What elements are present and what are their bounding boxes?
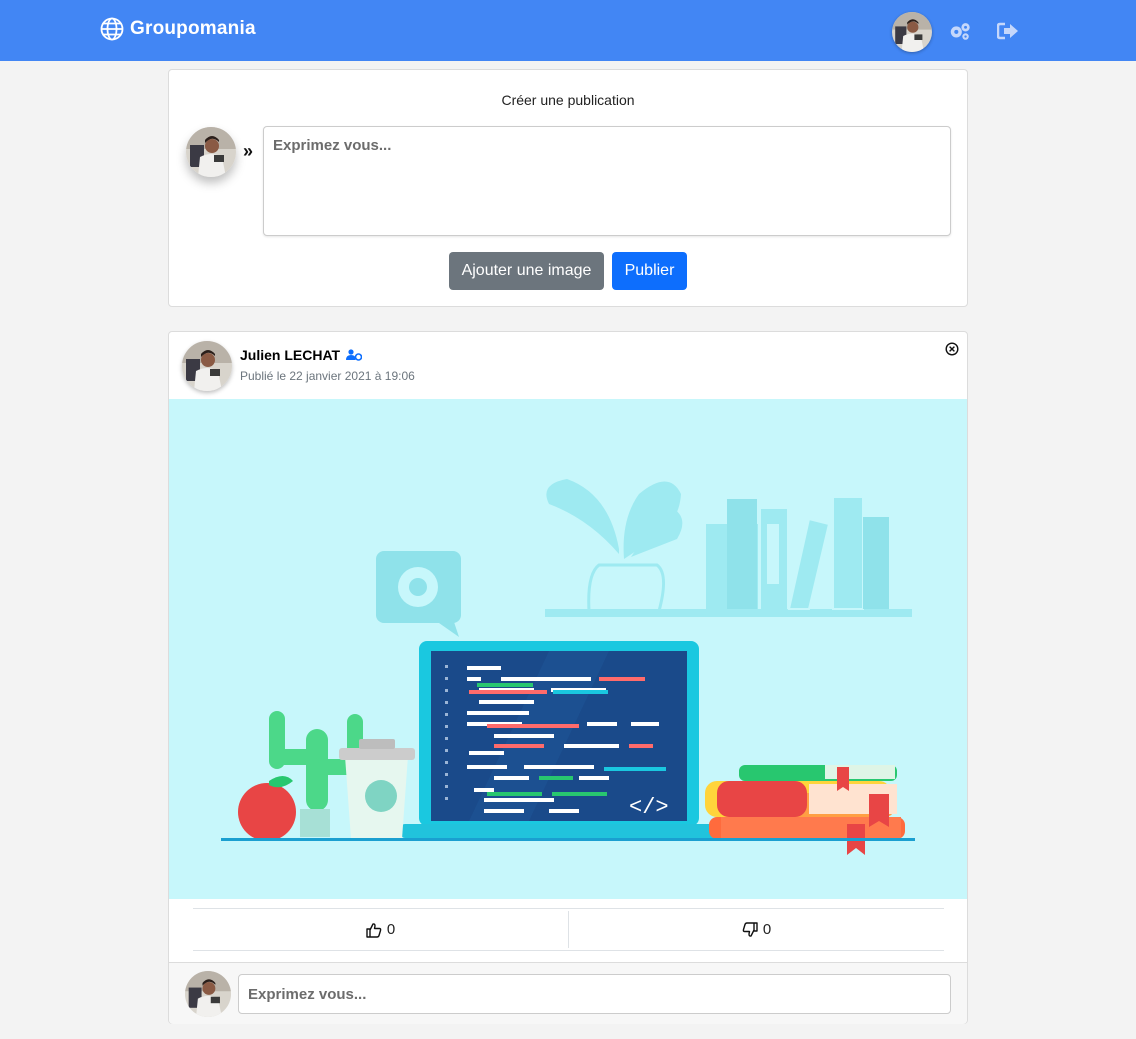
dislike-count: 0 xyxy=(762,921,772,938)
post-author: Julien LECHAT xyxy=(240,347,363,363)
dislike-button[interactable]: 0 xyxy=(568,911,944,948)
publish-button[interactable]: Publier xyxy=(612,252,687,290)
create-post-title: Créer une publication xyxy=(501,92,635,108)
user-avatar xyxy=(185,971,231,1017)
brand-link[interactable]: Groupomania xyxy=(100,17,256,41)
top-navbar: Groupomania xyxy=(0,0,1136,61)
post-card: Julien LECHAT Publié le 22 janvier 2021 … xyxy=(168,331,968,1024)
delete-post-icon[interactable] xyxy=(945,342,959,356)
user-cog-icon xyxy=(346,349,363,361)
author-name[interactable]: Julien LECHAT xyxy=(240,347,340,363)
chevrons-right-icon: » xyxy=(243,141,254,161)
avatar-image xyxy=(185,971,231,1017)
post-content-input[interactable] xyxy=(263,126,951,236)
user-avatar xyxy=(186,127,236,177)
profile-avatar[interactable] xyxy=(892,12,932,52)
post-image: </> xyxy=(169,399,967,899)
like-button[interactable]: 0 xyxy=(193,909,568,950)
thumbs-up-icon xyxy=(366,922,382,938)
add-image-button[interactable]: Ajouter une image xyxy=(449,252,604,290)
sign-out-icon[interactable] xyxy=(996,19,1020,43)
avatar-image xyxy=(892,12,932,52)
svg-text:</>: </> xyxy=(629,795,669,820)
gears-icon[interactable] xyxy=(948,19,972,43)
create-post-card: Créer une publication » Ajouter une imag… xyxy=(168,69,968,307)
globe-icon xyxy=(100,17,124,41)
like-count: 0 xyxy=(386,921,396,938)
thumbs-down-icon xyxy=(742,921,758,937)
brand-name: Groupomania xyxy=(130,18,256,39)
post-date: Publié le 22 janvier 2021 à 19:06 xyxy=(240,369,415,383)
author-avatar[interactable] xyxy=(182,341,232,391)
reactions-bar: 0 0 xyxy=(193,908,944,951)
avatar-image xyxy=(182,341,232,391)
comment-bar xyxy=(169,962,967,1024)
comment-input[interactable] xyxy=(238,974,951,1014)
avatar-image xyxy=(186,127,236,177)
